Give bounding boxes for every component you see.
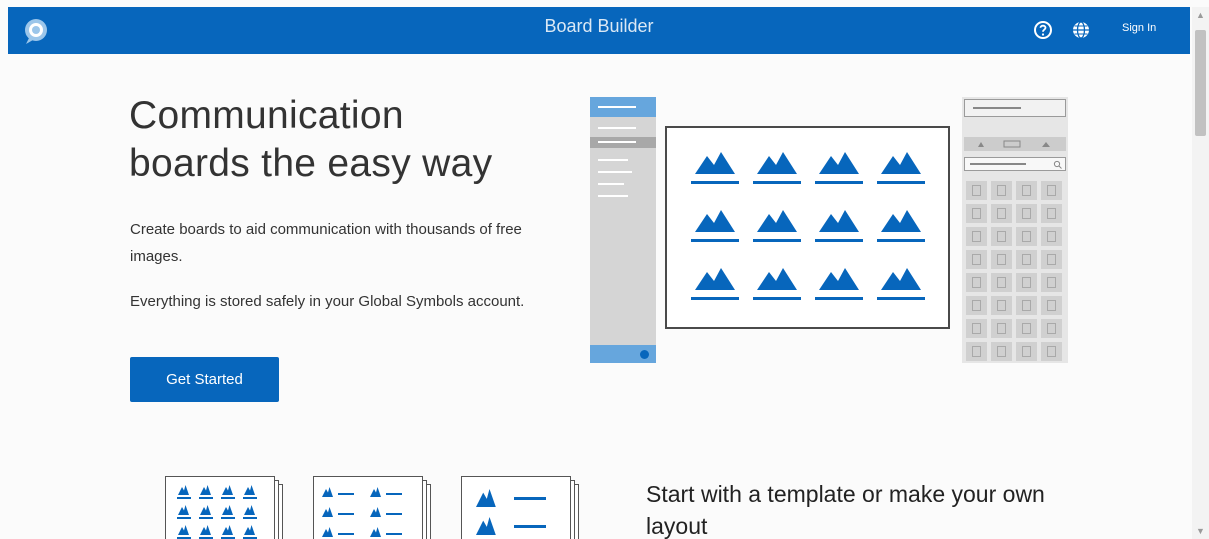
illustration-symbol-tile [1041, 204, 1062, 223]
mountain-icon [881, 148, 921, 174]
illustration-symbol-cell [753, 264, 801, 304]
illustration-symbol-panel [962, 97, 1068, 363]
illustration-symbol-cell [877, 206, 925, 246]
top-bar: Board Builder Sign In [8, 7, 1190, 54]
illustration-symbol-cell [815, 206, 863, 246]
app-title: Board Builder [544, 16, 654, 36]
illustration-symbol-tile [1016, 181, 1037, 200]
illustration-symbol-cell [691, 148, 739, 188]
illustration-symbol-tile [1016, 296, 1037, 315]
illustration-symbol-tile [1041, 319, 1062, 338]
hero-description: Create boards to aid communication with … [130, 221, 522, 265]
mountain-icon [757, 206, 797, 232]
get-started-button[interactable]: Get Started [130, 357, 279, 402]
illustration-search-field [964, 157, 1066, 171]
illustration-symbol-cell [815, 148, 863, 188]
scrollbar-thumb[interactable] [1195, 30, 1206, 136]
page: Board Builder Sign In ▲ ▼ Communication … [0, 0, 1209, 539]
illustration-line [598, 171, 632, 173]
illustration-side-panel [590, 97, 656, 363]
illustration-symbol-tile [1041, 342, 1062, 361]
mountain-icon [695, 206, 735, 232]
globe-icon[interactable] [1071, 20, 1091, 40]
mountain-icon [695, 148, 735, 174]
mountain-icon [819, 206, 859, 232]
scroll-down-arrow-icon[interactable]: ▼ [1192, 523, 1209, 539]
hero-storage-note: Everything is stored safely in your Glob… [130, 293, 525, 310]
illustration-symbol-tile [1016, 319, 1037, 338]
illustration-symbol-tile [966, 204, 987, 223]
illustration-symbol-cell [753, 148, 801, 188]
illustration-symbol-tile [991, 204, 1012, 223]
illustration-board [665, 126, 950, 329]
scrollbar[interactable]: ▲ ▼ [1192, 7, 1209, 539]
hero-title-line2: boards the easy way [129, 142, 493, 185]
search-icon [1053, 160, 1062, 169]
illustration-symbol-tile [1041, 250, 1062, 269]
illustration-symbol-tile [966, 227, 987, 246]
mountain-icon [757, 148, 797, 174]
illustration-symbol-cell [753, 206, 801, 246]
illustration-symbol-tile [1016, 204, 1037, 223]
illustration-symbol-tile [966, 250, 987, 269]
illustration-add-icon [640, 350, 649, 359]
illustration-line [598, 183, 624, 185]
illustration-symbol-cell [877, 148, 925, 188]
illustration-symbol-tile [991, 319, 1012, 338]
illustration-symbol-tile [991, 296, 1012, 315]
illustration-symbol-tile [966, 296, 987, 315]
illustration-symbol-tile [1041, 181, 1062, 200]
illustration-panel-footer [590, 345, 656, 363]
mountain-icon [881, 206, 921, 232]
illustration-symbol-cell [691, 206, 739, 246]
illustration-panel-header [590, 97, 656, 117]
templates-heading: Start with a template or make your own l… [646, 481, 1045, 539]
illustration-line [598, 195, 628, 197]
illustration-symbol-tile [966, 273, 987, 292]
illustration-selected-row [590, 137, 656, 148]
illustration-symbol-tile [991, 342, 1012, 361]
mountain-icon [819, 264, 859, 290]
illustration-line [598, 159, 628, 161]
help-icon[interactable] [1033, 20, 1053, 40]
illustration-symbol-cell [691, 264, 739, 304]
illustration-symbol-cell [815, 264, 863, 304]
illustration-symbol-tile [1041, 296, 1062, 315]
illustration-symbol-tile [991, 250, 1012, 269]
illustration-symbol-tile [1016, 227, 1037, 246]
mountain-icon [695, 264, 735, 290]
sign-in-link[interactable]: Sign In [1122, 22, 1156, 34]
illustration-symbol-tile [991, 181, 1012, 200]
illustration-symbol-tile [966, 181, 987, 200]
illustration-line [598, 127, 636, 129]
illustration-symbol-tile [991, 227, 1012, 246]
illustration-tabs [964, 137, 1066, 151]
mountain-icon [881, 264, 921, 290]
illustration-symbol-tile [1041, 273, 1062, 292]
illustration-symbol-tile [1016, 250, 1037, 269]
illustration-symbol-tile [966, 342, 987, 361]
mountain-icon [757, 264, 797, 290]
hero-title-line1: Communication [129, 94, 404, 137]
illustration-symbol-tile [1016, 342, 1037, 361]
illustration-symbol-tile [1041, 227, 1062, 246]
mountain-icon [819, 148, 859, 174]
illustration-symbol-tile [1016, 273, 1037, 292]
hero-title: Communication boards the easy way [129, 92, 569, 188]
illustration-title-field [964, 99, 1066, 117]
illustration-symbol-tile [966, 319, 987, 338]
illustration-symbol-cell [877, 264, 925, 304]
illustration-symbol-tile [991, 273, 1012, 292]
scroll-up-arrow-icon[interactable]: ▲ [1192, 7, 1209, 23]
